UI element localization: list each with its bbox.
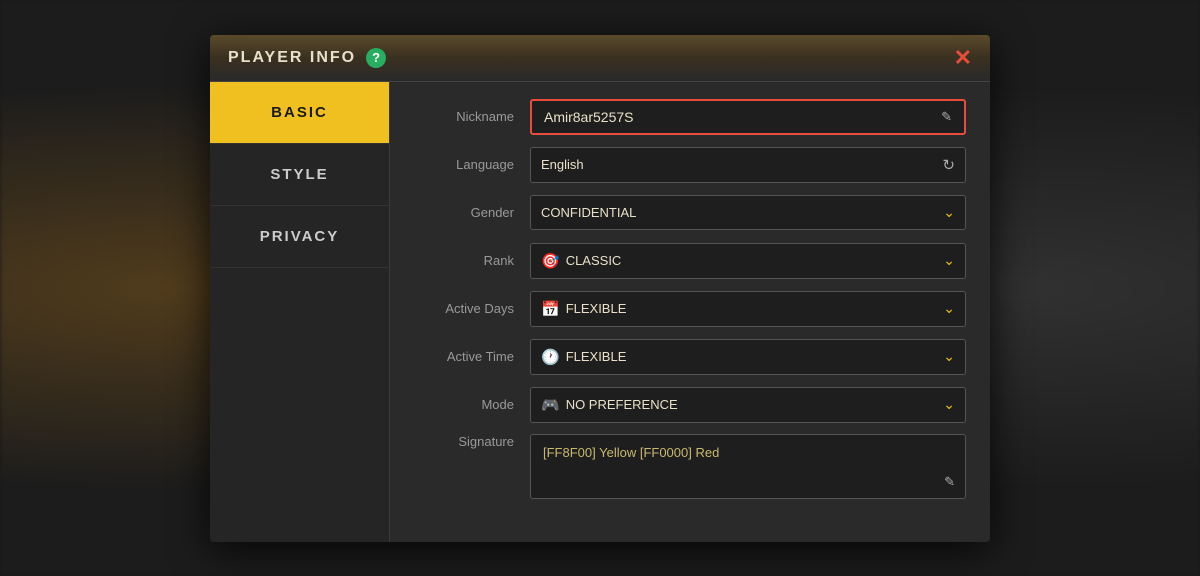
active-time-inner: 🕐 FLEXIBLE — [541, 348, 626, 366]
nickname-value: Amir8ar5257S — [544, 109, 634, 125]
mode-value: NO PREFERENCE — [566, 397, 678, 412]
gender-control: CONFIDENTIAL ⌄ — [530, 195, 966, 230]
gender-label: Gender — [414, 205, 514, 220]
mode-inner: 🎮 NO PREFERENCE — [541, 396, 678, 414]
active-days-select[interactable]: 📅 FLEXIBLE ⌄ — [530, 291, 966, 327]
language-refresh-icon[interactable]: ↻ — [942, 156, 955, 174]
active-time-value: FLEXIBLE — [566, 349, 627, 364]
active-time-control: 🕐 FLEXIBLE ⌄ — [530, 339, 966, 375]
gender-row: Gender CONFIDENTIAL ⌄ — [414, 194, 966, 232]
gender-select[interactable]: CONFIDENTIAL ⌄ — [530, 195, 966, 230]
active-time-row: Active Time 🕐 FLEXIBLE ⌄ — [414, 338, 966, 376]
active-days-inner: 📅 FLEXIBLE — [541, 300, 626, 318]
modal-header: PLAYER INFO ? ✕ — [210, 35, 990, 82]
time-icon: 🕐 — [541, 348, 560, 366]
signature-value: [FF8F00] Yellow [FF0000] Red — [543, 445, 953, 460]
active-time-label: Active Time — [414, 349, 514, 364]
nickname-edit-icon[interactable]: ✎ — [941, 109, 952, 125]
sidebar-item-basic[interactable]: BASIC — [210, 82, 389, 144]
modal-body: BASIC STYLE PRIVACY Nickname Amir8ar5257… — [210, 82, 990, 542]
mode-icon: 🎮 — [541, 396, 560, 414]
nickname-input[interactable]: Amir8ar5257S ✎ — [530, 99, 966, 135]
mode-label: Mode — [414, 397, 514, 412]
gender-chevron: ⌄ — [943, 204, 955, 221]
rank-inner: 🎯 CLASSIC — [541, 252, 621, 270]
signature-row: Signature [FF8F00] Yellow [FF0000] Red ✎ — [414, 434, 966, 499]
mode-chevron: ⌄ — [943, 396, 955, 413]
active-days-row: Active Days 📅 FLEXIBLE ⌄ — [414, 290, 966, 328]
gender-value: CONFIDENTIAL — [541, 205, 636, 220]
nickname-row: Nickname Amir8ar5257S ✎ — [414, 98, 966, 136]
help-icon[interactable]: ? — [366, 48, 386, 68]
modal-title-group: PLAYER INFO ? — [228, 48, 386, 68]
language-select[interactable]: English ↻ — [530, 147, 966, 183]
active-days-label: Active Days — [414, 301, 514, 316]
language-row: Language English ↻ — [414, 146, 966, 184]
mode-control: 🎮 NO PREFERENCE ⌄ — [530, 387, 966, 423]
rank-label: Rank — [414, 253, 514, 268]
rank-row: Rank 🎯 CLASSIC ⌄ — [414, 242, 966, 280]
mode-select[interactable]: 🎮 NO PREFERENCE ⌄ — [530, 387, 966, 423]
calendar-icon: 📅 — [541, 300, 560, 318]
rank-icon: 🎯 — [541, 252, 560, 270]
active-time-select[interactable]: 🕐 FLEXIBLE ⌄ — [530, 339, 966, 375]
form-content: Nickname Amir8ar5257S ✎ Language English… — [390, 82, 990, 542]
sidebar-item-style[interactable]: STYLE — [210, 144, 389, 206]
active-days-chevron: ⌄ — [943, 300, 955, 317]
rank-chevron: ⌄ — [943, 252, 955, 269]
modal-title: PLAYER INFO — [228, 49, 356, 67]
signature-label: Signature — [414, 434, 514, 449]
signature-edit-icon[interactable]: ✎ — [944, 474, 955, 490]
player-info-modal: PLAYER INFO ? ✕ BASIC STYLE PRIVACY Nick… — [210, 35, 990, 542]
close-button[interactable]: ✕ — [954, 47, 972, 69]
gender-inner: CONFIDENTIAL — [541, 205, 636, 220]
active-days-control: 📅 FLEXIBLE ⌄ — [530, 291, 966, 327]
rank-control: 🎯 CLASSIC ⌄ — [530, 243, 966, 279]
active-days-value: FLEXIBLE — [566, 301, 627, 316]
sidebar-item-privacy[interactable]: PRIVACY — [210, 206, 389, 268]
active-time-chevron: ⌄ — [943, 348, 955, 365]
nickname-control: Amir8ar5257S ✎ — [530, 99, 966, 135]
nickname-label: Nickname — [414, 109, 514, 124]
language-control: English ↻ — [530, 147, 966, 183]
sidebar: BASIC STYLE PRIVACY — [210, 82, 390, 542]
signature-input[interactable]: [FF8F00] Yellow [FF0000] Red ✎ — [530, 434, 966, 499]
language-value: English — [541, 157, 584, 172]
signature-control: [FF8F00] Yellow [FF0000] Red ✎ — [530, 434, 966, 499]
language-label: Language — [414, 157, 514, 172]
rank-select[interactable]: 🎯 CLASSIC ⌄ — [530, 243, 966, 279]
mode-row: Mode 🎮 NO PREFERENCE ⌄ — [414, 386, 966, 424]
rank-value: CLASSIC — [566, 253, 622, 268]
